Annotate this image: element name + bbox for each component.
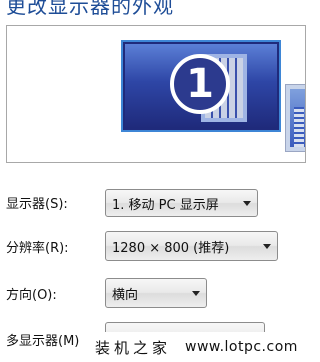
orientation-row: 方向(O): 横向 xyxy=(0,276,299,308)
display-select-value: 1. 移动 PC 显示屏 xyxy=(112,197,219,213)
page-title: 更改显示器的外观 xyxy=(6,0,174,18)
monitor-2-screen xyxy=(290,89,305,147)
chevron-down-icon xyxy=(243,200,251,206)
resolution-label: 分辨率(R): xyxy=(6,241,69,256)
display-select[interactable]: 1. 移动 PC 显示屏 xyxy=(105,189,258,217)
monitor-2-wallpaper-grid xyxy=(294,107,304,147)
chevron-down-icon xyxy=(263,243,271,249)
orientation-label: 方向(O): xyxy=(6,288,57,303)
display-label: 显示器(S): xyxy=(6,197,68,212)
resolution-select[interactable]: 1280 × 800 (推荐) xyxy=(105,231,278,261)
resolution-row: 分辨率(R): 1280 × 800 (推荐) xyxy=(0,230,299,261)
orientation-select[interactable]: 横向 xyxy=(105,278,207,308)
display-row: 显示器(S): 1. 移动 PC 显示屏 xyxy=(0,187,299,217)
monitor-arrangement-panel: 1 xyxy=(6,25,306,163)
site-watermark: 装机之家 www.lotpc.com xyxy=(87,332,299,362)
monitor-1-tile[interactable]: 1 xyxy=(121,40,281,132)
chevron-down-icon xyxy=(192,290,200,296)
monitor-1-screen: 1 xyxy=(125,44,277,128)
orientation-select-value: 横向 xyxy=(112,287,139,303)
resolution-select-value: 1280 × 800 (推荐) xyxy=(112,240,230,256)
watermark-site-name: 装机之家 xyxy=(95,338,172,357)
watermark-url: www.lotpc.com xyxy=(185,339,298,355)
multiple-displays-label: 多显示器(M) xyxy=(6,334,80,349)
monitor-2-tile[interactable] xyxy=(285,84,305,152)
monitor-1-number-badge: 1 xyxy=(170,54,230,114)
